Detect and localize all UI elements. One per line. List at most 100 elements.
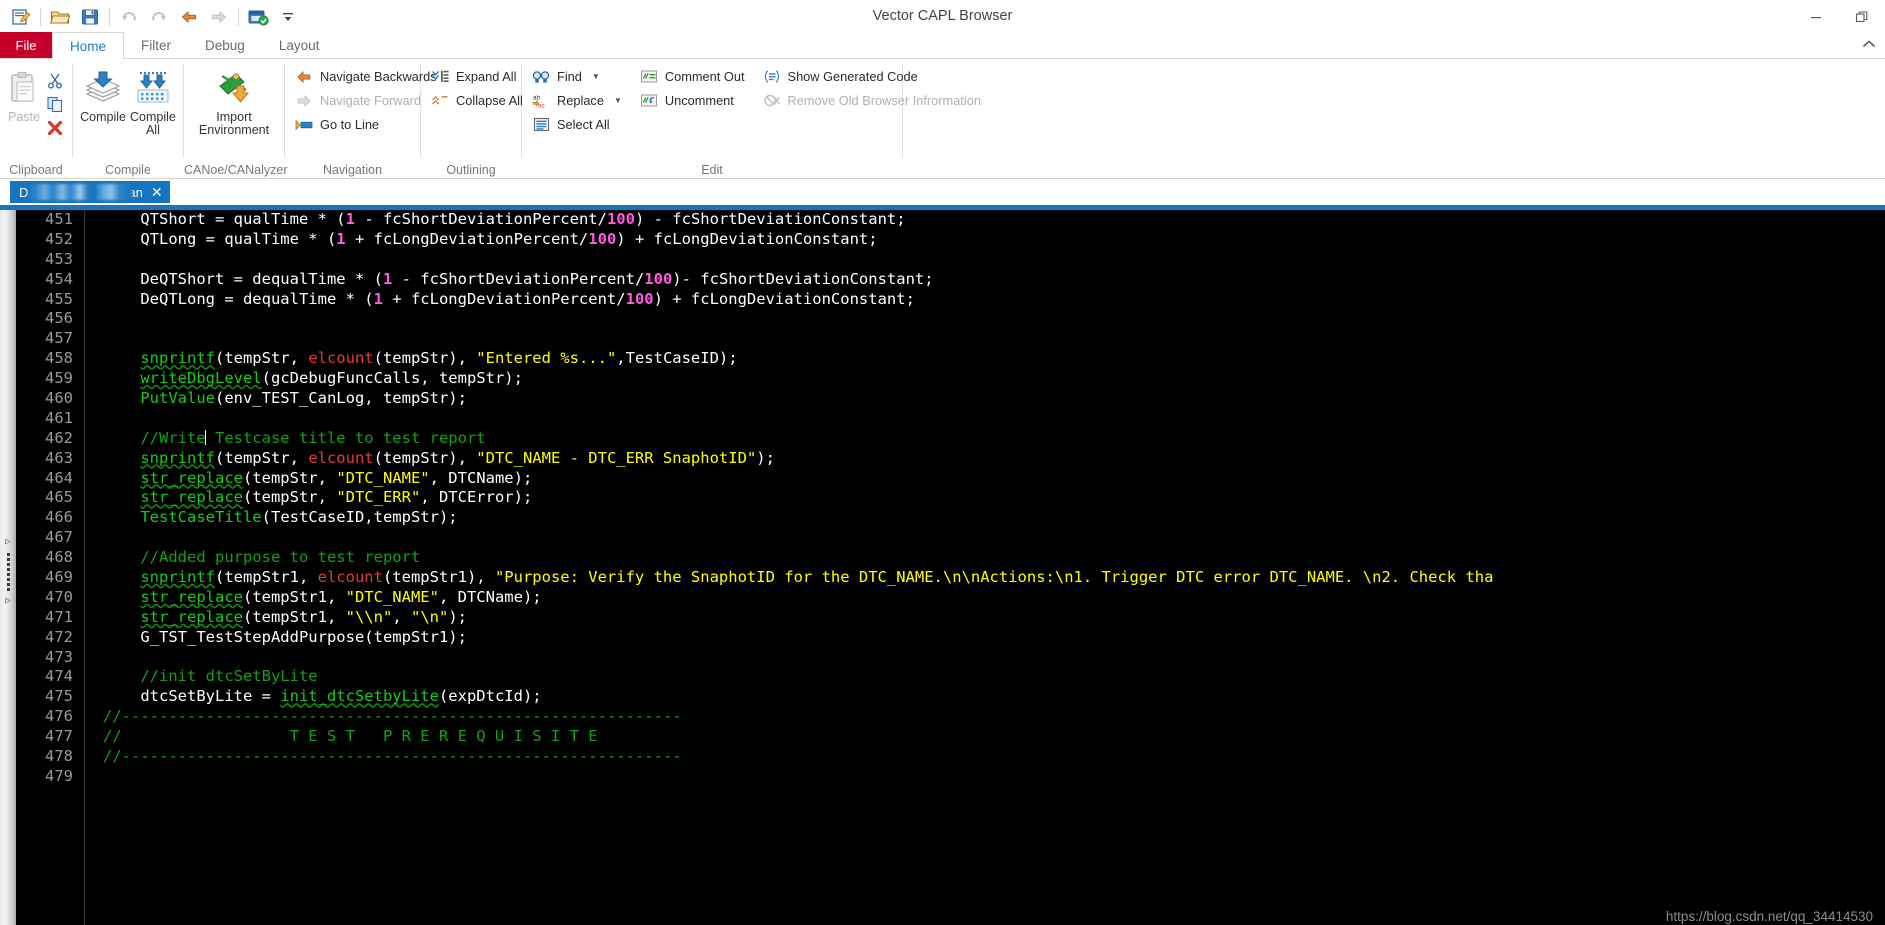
code-line[interactable]: 469 snprintf(tempStr1, elcount(tempStr1)…	[16, 568, 1885, 588]
code-line[interactable]: 463 snprintf(tempStr, elcount(tempStr), …	[16, 449, 1885, 469]
line-text[interactable]	[85, 309, 103, 329]
line-text[interactable]: G_TST_TestStepAddPurpose(tempStr1);	[85, 628, 467, 648]
open-folder-icon[interactable]	[45, 4, 75, 30]
show-generated-code-button[interactable]: Show Generated Code	[759, 65, 987, 88]
code-line[interactable]: 453	[16, 250, 1885, 270]
comment-out-button[interactable]: Comment Out	[636, 65, 751, 88]
left-panel-splitter[interactable]: ▷ ▷	[0, 210, 16, 925]
code-line[interactable]: 477// T E S T P R E R E Q U I S I T E	[16, 727, 1885, 747]
import-environment-button[interactable]: Import Environment	[190, 63, 278, 141]
line-text[interactable]: DeQTShort = dequalTime * (1 - fcShortDev…	[85, 270, 934, 290]
code-line[interactable]: 466 TestCaseTitle(TestCaseID,tempStr);	[16, 508, 1885, 528]
code-line[interactable]: 455 DeQTLong = dequalTime * (1 + fcLongD…	[16, 290, 1885, 310]
uncomment-button[interactable]: Uncomment	[636, 89, 751, 112]
line-text[interactable]: str_replace(tempStr, "DTC_NAME", DTCName…	[85, 469, 532, 489]
code-editor[interactable]: ▷ ▷ 451 QTShort = qualTime * (1 - fcShor…	[0, 210, 1885, 925]
code-line[interactable]: 460 PutValue(env_TEST_CanLog, tempStr);	[16, 389, 1885, 409]
copy-button[interactable]	[44, 93, 66, 115]
code-line[interactable]: 468 //Added purpose to test report	[16, 548, 1885, 568]
redo-icon[interactable]	[144, 4, 174, 30]
ribbon-tab-debug[interactable]: Debug	[188, 32, 262, 58]
line-text[interactable]	[85, 250, 103, 270]
code-line[interactable]: 464 str_replace(tempStr, "DTC_NAME", DTC…	[16, 469, 1885, 489]
document-tab[interactable]: D an ✕	[10, 181, 170, 203]
line-text[interactable]: snprintf(tempStr1, elcount(tempStr1), "P…	[85, 568, 1493, 588]
code-line[interactable]: 461	[16, 409, 1885, 429]
code-line[interactable]: 474 //init dtcSetByLite	[16, 667, 1885, 687]
line-text[interactable]: TestCaseTitle(TestCaseID,tempStr);	[85, 508, 458, 528]
customize-toolbar-icon[interactable]	[273, 4, 303, 30]
line-text[interactable]: //--------------------------------------…	[85, 707, 682, 727]
line-text[interactable]: // T E S T P R E R E Q U I S I T E	[85, 727, 598, 747]
chevron-down-icon[interactable]: ▼	[614, 96, 622, 105]
code-line[interactable]: 456	[16, 309, 1885, 329]
line-text[interactable]: str_replace(tempStr1, "\\n", "\n");	[85, 608, 467, 628]
new-file-icon[interactable]	[6, 4, 36, 30]
ribbon-tab-file[interactable]: File	[0, 32, 52, 58]
code-line[interactable]: 471 str_replace(tempStr1, "\\n", "\n");	[16, 608, 1885, 628]
navigate-back-icon[interactable]	[174, 4, 204, 30]
code-line[interactable]: 479	[16, 767, 1885, 787]
ribbon-tab-filter[interactable]: Filter	[124, 32, 188, 58]
code-line[interactable]: 452 QTLong = qualTime * (1 + fcLongDevia…	[16, 230, 1885, 250]
delete-button[interactable]	[44, 117, 66, 139]
expand-left-panel-up-icon[interactable]: ▷	[5, 538, 10, 547]
line-text[interactable]: writeDbgLevel(gcDebugFuncCalls, tempStr)…	[85, 369, 523, 389]
go-to-line-button[interactable]: Go to Line	[291, 113, 443, 136]
compile-button[interactable]: Compile	[78, 63, 128, 128]
code-line[interactable]: 478//-----------------------------------…	[16, 747, 1885, 767]
find-button[interactable]: Find ▼	[528, 65, 628, 88]
line-text[interactable]	[85, 409, 103, 429]
navigate-forward-button[interactable]: Navigate Forward	[291, 89, 443, 112]
code-content[interactable]: 451 QTShort = qualTime * (1 - fcShortDev…	[16, 210, 1885, 925]
line-text[interactable]	[85, 767, 103, 787]
import-environment-icon[interactable]	[243, 4, 273, 30]
code-line[interactable]: 465 str_replace(tempStr, "DTC_ERR", DTCE…	[16, 488, 1885, 508]
line-text[interactable]: str_replace(tempStr, "DTC_ERR", DTCError…	[85, 488, 532, 508]
compile-all-button[interactable]: Compile All	[128, 63, 178, 141]
line-text[interactable]	[85, 329, 103, 349]
select-all-button[interactable]: Select All	[528, 113, 628, 136]
chevron-down-icon[interactable]: ▼	[592, 72, 600, 81]
cut-button[interactable]	[44, 69, 66, 91]
code-line[interactable]: 476//-----------------------------------…	[16, 707, 1885, 727]
expand-all-button[interactable]: Expand All	[427, 65, 529, 88]
line-text[interactable]: //--------------------------------------…	[85, 747, 682, 767]
code-line[interactable]: 470 str_replace(tempStr1, "DTC_NAME", DT…	[16, 588, 1885, 608]
line-text[interactable]: snprintf(tempStr, elcount(tempStr), "Ent…	[85, 349, 738, 369]
line-text[interactable]	[85, 528, 103, 548]
code-line[interactable]: 472 G_TST_TestStepAddPurpose(tempStr1);	[16, 628, 1885, 648]
line-text[interactable]: //Write Testcase title to test report	[85, 429, 486, 449]
code-line[interactable]: 458 snprintf(tempStr, elcount(tempStr), …	[16, 349, 1885, 369]
line-text[interactable]: dtcSetByLite = init_dtcSetbyLite(expDtcI…	[85, 687, 542, 707]
line-text[interactable]: snprintf(tempStr, elcount(tempStr), "DTC…	[85, 449, 775, 469]
line-text[interactable]: PutValue(env_TEST_CanLog, tempStr);	[85, 389, 467, 409]
remove-old-browser-info-button[interactable]: Remove Old Browser Infrormation	[759, 89, 987, 112]
code-line[interactable]: 475 dtcSetByLite = init_dtcSetbyLite(exp…	[16, 687, 1885, 707]
collapse-ribbon-icon[interactable]	[1861, 37, 1877, 55]
line-text[interactable]: str_replace(tempStr1, "DTC_NAME", DTCNam…	[85, 588, 542, 608]
close-icon[interactable]: ✕	[151, 185, 163, 199]
line-text[interactable]: DeQTLong = dequalTime * (1 + fcLongDevia…	[85, 290, 915, 310]
line-text[interactable]: QTShort = qualTime * (1 - fcShortDeviati…	[85, 210, 906, 230]
restore-button[interactable]	[1839, 0, 1885, 33]
code-line[interactable]: 459 writeDbgLevel(gcDebugFuncCalls, temp…	[16, 369, 1885, 389]
code-line[interactable]: 462 //Write Testcase title to test repor…	[16, 429, 1885, 449]
code-line[interactable]: 467	[16, 528, 1885, 548]
replace-button[interactable]: abac Replace ▼	[528, 89, 628, 112]
ribbon-tab-layout[interactable]: Layout	[262, 32, 337, 58]
code-line[interactable]: 454 DeQTShort = dequalTime * (1 - fcShor…	[16, 270, 1885, 290]
navigate-forward-icon[interactable]	[204, 4, 234, 30]
line-text[interactable]: //Added purpose to test report	[85, 548, 420, 568]
ribbon-tab-home[interactable]: Home	[52, 32, 124, 59]
code-line[interactable]: 473	[16, 648, 1885, 668]
undo-icon[interactable]	[114, 4, 144, 30]
expand-left-panel-down-icon[interactable]: ▷	[5, 597, 10, 606]
line-text[interactable]: //init dtcSetByLite	[85, 667, 318, 687]
code-line[interactable]: 457	[16, 329, 1885, 349]
navigate-backwards-button[interactable]: Navigate Backwards	[291, 65, 443, 88]
collapse-all-button[interactable]: Collapse All	[427, 89, 529, 112]
paste-button[interactable]: Paste	[6, 63, 42, 128]
line-text[interactable]	[85, 648, 103, 668]
minimize-button[interactable]	[1793, 0, 1839, 33]
